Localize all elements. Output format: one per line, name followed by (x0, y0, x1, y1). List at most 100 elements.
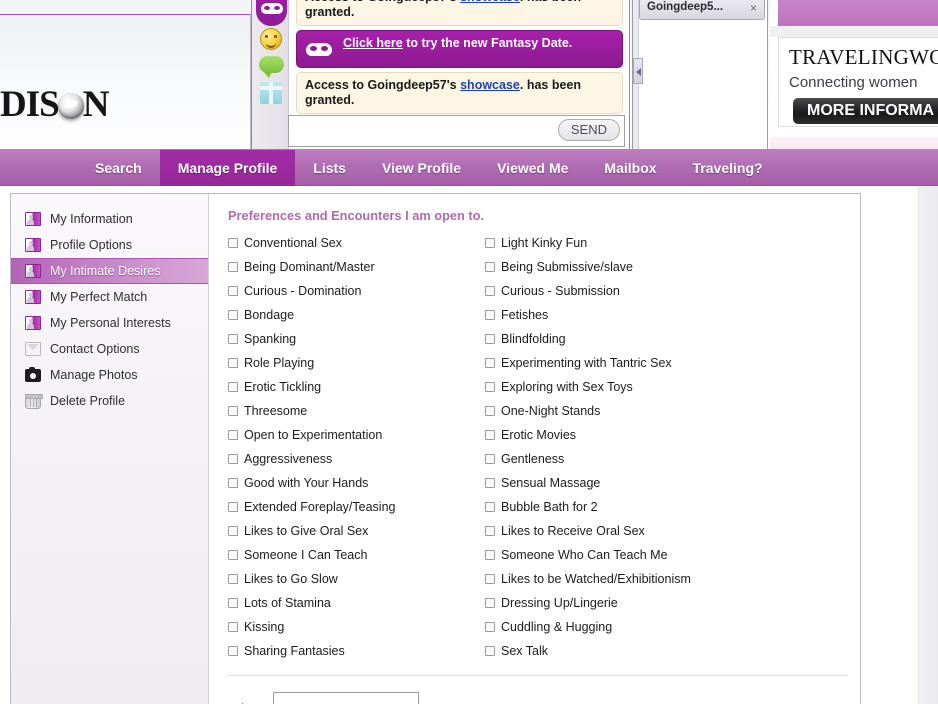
checkbox-dressing-up-lingerie[interactable] (485, 598, 495, 608)
nav-tab-viewed-me[interactable]: Viewed Me (479, 149, 586, 186)
checkbox-lots-of-stamina[interactable] (228, 598, 238, 608)
checkbox-someone-i-can-teach[interactable] (228, 550, 238, 560)
checkbox-row[interactable]: Being Submissive/slave (485, 255, 742, 279)
checkbox-curious-domination[interactable] (228, 286, 238, 296)
sidebar-item-my-perfect-match[interactable]: My Perfect Match (11, 284, 208, 310)
advertisement-banner[interactable]: TRAVELINGWOM Connecting women MORE INFOR… (770, 0, 938, 149)
checkbox-erotic-movies[interactable] (485, 430, 495, 440)
sidebar-item-delete-profile[interactable]: Delete Profile (11, 388, 208, 414)
checkbox-bubble-bath-for-2[interactable] (485, 502, 495, 512)
checkbox-row[interactable]: Erotic Tickling (228, 375, 485, 399)
checkbox-row[interactable]: Kissing (228, 615, 485, 639)
checkbox-row[interactable]: Open to Experimentation (228, 423, 485, 447)
nav-tab-mailbox[interactable]: Mailbox (586, 149, 674, 186)
checkbox-row[interactable]: Curious - Submission (485, 279, 742, 303)
sidebar-item-my-personal-interests[interactable]: My Personal Interests (11, 310, 208, 336)
nav-tab-view-profile[interactable]: View Profile (364, 149, 479, 186)
site-logo[interactable]: DISN (0, 83, 108, 126)
checkbox-row[interactable]: Being Dominant/Master (228, 255, 485, 279)
checkbox-row[interactable]: Good with Your Hands (228, 471, 485, 495)
other-input[interactable] (273, 692, 419, 704)
checkbox-row[interactable]: Exploring with Sex Toys (485, 375, 742, 399)
checkbox-row[interactable]: Cuddling & Hugging (485, 615, 742, 639)
checkbox-likes-to-go-slow[interactable] (228, 574, 238, 584)
checkbox-row[interactable]: Someone I Can Teach (228, 543, 485, 567)
checkbox-row[interactable]: Spanking (228, 327, 485, 351)
checkbox-row[interactable]: Sex Talk (485, 639, 742, 663)
im-promo-message[interactable]: Click here to try the new Fantasy Date. (296, 30, 623, 68)
checkbox-gentleness[interactable] (485, 454, 495, 464)
checkbox-row[interactable]: Experimenting with Tantric Sex (485, 351, 742, 375)
sidebar-item-contact-options[interactable]: Contact Options (11, 336, 208, 362)
checkbox-row[interactable]: Bondage (228, 303, 485, 327)
checkbox-row[interactable]: Curious - Domination (228, 279, 485, 303)
checkbox-threesome[interactable] (228, 406, 238, 416)
send-button[interactable]: SEND (558, 119, 620, 141)
checkbox-likes-to-give-oral-sex[interactable] (228, 526, 238, 536)
checkbox-fetishes[interactable] (485, 310, 495, 320)
checkbox-row[interactable]: Likes to Give Oral Sex (228, 519, 485, 543)
collapse-panel-icon[interactable] (633, 58, 643, 84)
checkbox-experimenting-with-tantric-sex[interactable] (485, 358, 495, 368)
checkbox-row[interactable]: Sharing Fantasies (228, 639, 485, 663)
checkbox-row[interactable]: Sensual Massage (485, 471, 742, 495)
checkbox-row[interactable]: Gentleness (485, 447, 742, 471)
checkbox-likes-to-be-watched-exhibitionism[interactable] (485, 574, 495, 584)
checkbox-spanking[interactable] (228, 334, 238, 344)
chat-tab[interactable]: Goingdeep5... × (639, 0, 765, 20)
chat-bubble-icon[interactable] (259, 56, 284, 73)
checkbox-row[interactable]: Light Kinky Fun (485, 231, 742, 255)
checkbox-good-with-your-hands[interactable] (228, 478, 238, 488)
sidebar-item-my-information[interactable]: My Information (11, 206, 208, 232)
im-compose-box[interactable]: SEND (288, 115, 625, 147)
checkbox-row[interactable]: Aggressiveness (228, 447, 485, 471)
checkbox-exploring-with-sex-toys[interactable] (485, 382, 495, 392)
checkbox-sex-talk[interactable] (485, 646, 495, 656)
click-here-link[interactable]: Click here (343, 36, 403, 50)
sidebar-item-manage-photos[interactable]: Manage Photos (11, 362, 208, 388)
checkbox-open-to-experimentation[interactable] (228, 430, 238, 440)
checkbox-likes-to-receive-oral-sex[interactable] (485, 526, 495, 536)
showcase-link[interactable]: showcase (460, 0, 520, 4)
gift-icon[interactable] (260, 82, 282, 104)
nav-tab-manage-profile[interactable]: Manage Profile (160, 149, 296, 186)
nav-tab-traveling[interactable]: Traveling? (675, 149, 781, 186)
checkbox-curious-submission[interactable] (485, 286, 495, 296)
checkbox-blindfolding[interactable] (485, 334, 495, 344)
sidebar-item-my-intimate-desires[interactable]: My Intimate Desires (11, 258, 208, 284)
checkbox-kissing[interactable] (228, 622, 238, 632)
checkbox-bondage[interactable] (228, 310, 238, 320)
checkbox-row[interactable]: Conventional Sex (228, 231, 485, 255)
checkbox-row[interactable]: Blindfolding (485, 327, 742, 351)
checkbox-row[interactable]: Fetishes (485, 303, 742, 327)
sidebar-item-profile-options[interactable]: Profile Options (11, 232, 208, 258)
checkbox-row[interactable]: Bubble Bath for 2 (485, 495, 742, 519)
checkbox-row[interactable]: One-Night Stands (485, 399, 742, 423)
checkbox-extended-foreplay-teasing[interactable] (228, 502, 238, 512)
checkbox-someone-who-can-teach-me[interactable] (485, 550, 495, 560)
nav-tab-lists[interactable]: Lists (295, 149, 364, 186)
checkbox-conventional-sex[interactable] (228, 238, 238, 248)
checkbox-row[interactable]: Likes to be Watched/Exhibitionism (485, 567, 742, 591)
ad-card[interactable]: TRAVELINGWOM Connecting women MORE INFOR… (778, 37, 938, 127)
showcase-link[interactable]: showcase (460, 78, 520, 92)
checkbox-sharing-fantasies[interactable] (228, 646, 238, 656)
checkbox-being-dominant-master[interactable] (228, 262, 238, 272)
checkbox-one-night-stands[interactable] (485, 406, 495, 416)
checkbox-being-submissive-slave[interactable] (485, 262, 495, 272)
checkbox-sensual-massage[interactable] (485, 478, 495, 488)
checkbox-row[interactable]: Likes to Go Slow (228, 567, 485, 591)
checkbox-row[interactable]: Threesome (228, 399, 485, 423)
checkbox-row[interactable]: Extended Foreplay/Teasing (228, 495, 485, 519)
checkbox-role-playing[interactable] (228, 358, 238, 368)
checkbox-row[interactable]: Dressing Up/Lingerie (485, 591, 742, 615)
checkbox-aggressiveness[interactable] (228, 454, 238, 464)
more-information-button[interactable]: MORE INFORMA (793, 98, 938, 124)
close-icon[interactable]: × (750, 1, 757, 15)
checkbox-erotic-tickling[interactable] (228, 382, 238, 392)
checkbox-cuddling-hugging[interactable] (485, 622, 495, 632)
checkbox-row[interactable]: Someone Who Can Teach Me (485, 543, 742, 567)
checkbox-row[interactable]: Lots of Stamina (228, 591, 485, 615)
smiley-icon[interactable] (260, 28, 282, 50)
checkbox-row[interactable]: Likes to Receive Oral Sex (485, 519, 742, 543)
